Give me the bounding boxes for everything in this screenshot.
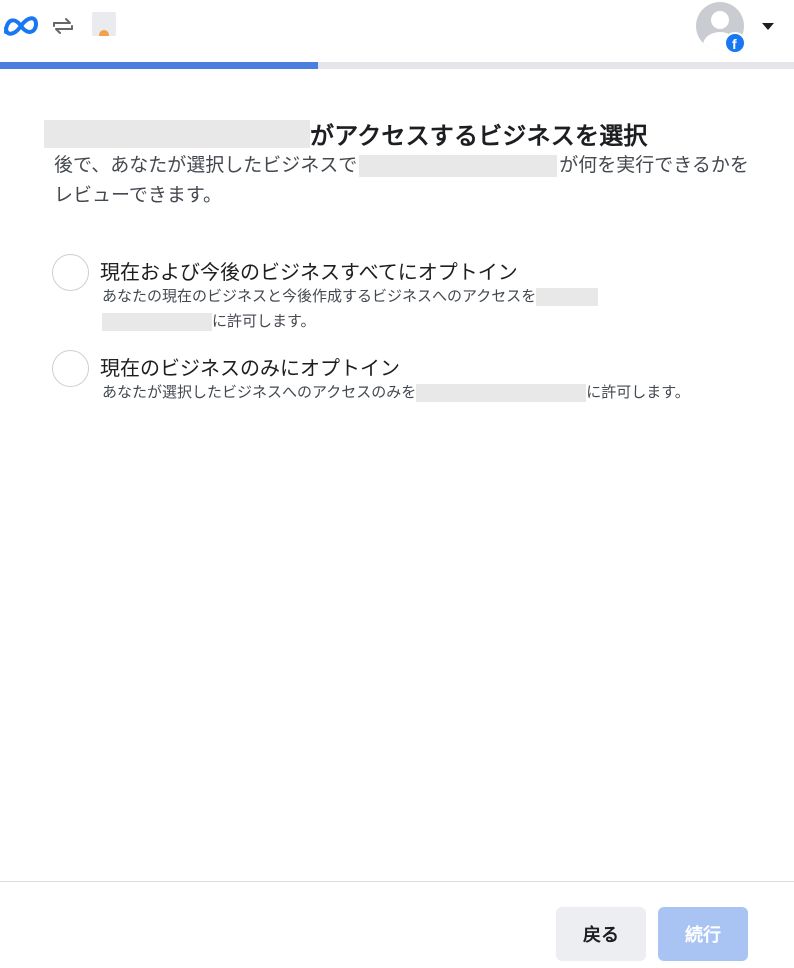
redacted-app-name	[359, 154, 558, 177]
svg-text:f: f	[732, 36, 737, 52]
description: 後で、あなたが選択したビジネスで が何を実行できるかをレビューできます。	[54, 150, 754, 210]
option-description-part-1: あなたが選択したビジネスへのアクセスのみを	[102, 383, 417, 401]
option-description-part-1: あなたの現在のビジネスと今後作成するビジネスへのアクセスを	[102, 287, 537, 305]
back-button[interactable]: 戻る	[556, 907, 646, 961]
radio-button[interactable]	[52, 350, 89, 387]
progress-bar	[0, 62, 794, 69]
page: f がアクセスするビジネスを選択 後で、あなたが選択したビジネスで が何を実行でき…	[0, 0, 794, 968]
option-title: 現在のビジネスのみにオプトイン	[100, 356, 400, 380]
redacted-app-name	[44, 119, 310, 148]
switch-arrows-icon[interactable]	[50, 14, 76, 38]
option-description-part-2: に許可します。	[586, 383, 690, 401]
continue-button[interactable]: 続行	[658, 907, 748, 961]
option-description: あなたの現在のビジネスと今後作成するビジネスへのアクセスをに許可します。	[102, 284, 752, 334]
option-title: 現在および今後のビジネスすべてにオプトイン	[100, 260, 518, 284]
app-icon	[92, 12, 116, 36]
page-title-text: がアクセスするビジネスを選択	[310, 122, 648, 150]
page-title: がアクセスするビジネスを選択	[44, 116, 648, 150]
redacted-app-name	[102, 312, 212, 331]
radio-button[interactable]	[52, 254, 89, 291]
option-description: あなたが選択したビジネスへのアクセスのみを に許可します。	[102, 380, 752, 405]
redacted-app-name	[536, 287, 599, 306]
top-bar: f	[0, 0, 794, 62]
facebook-icon: f	[724, 32, 746, 54]
option-description-part-2: に許可します。	[212, 312, 316, 330]
meta-logo-icon	[4, 16, 39, 36]
progress-fill	[0, 62, 318, 69]
redacted-app-name	[416, 383, 587, 402]
option-all-businesses[interactable]: 現在および今後のビジネスすべてにオプトイン あなたの現在のビジネスと今後作成する…	[52, 254, 752, 344]
caret-down-icon[interactable]	[762, 23, 774, 30]
footer-divider	[0, 881, 794, 882]
option-current-businesses[interactable]: 現在のビジネスのみにオプトイン あなたが選択したビジネスへのアクセスのみを に許可…	[52, 350, 752, 440]
description-part-1: 後で、あなたが選択したビジネスで	[54, 154, 358, 176]
